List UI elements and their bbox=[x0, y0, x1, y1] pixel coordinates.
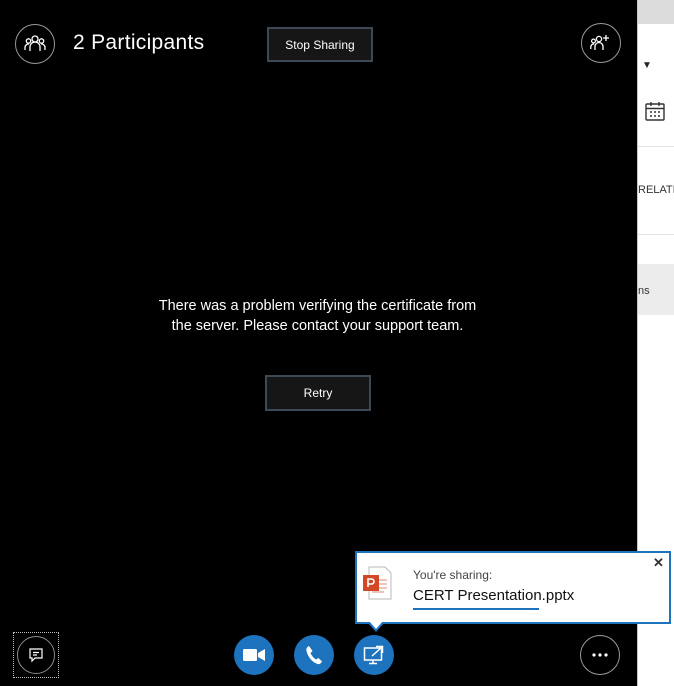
dropdown-caret-icon[interactable]: ▼ bbox=[642, 60, 652, 71]
share-screen-icon bbox=[363, 645, 384, 665]
participants-button[interactable] bbox=[15, 24, 55, 64]
background-window-header-strip bbox=[638, 0, 674, 24]
share-screen-button[interactable] bbox=[354, 635, 394, 675]
more-options-icon bbox=[592, 653, 608, 657]
sharing-notification: You're sharing: CERT Presentation.pptx ✕ bbox=[355, 551, 671, 624]
divider bbox=[638, 146, 674, 147]
chat-button-ring bbox=[17, 636, 55, 674]
retry-button[interactable]: Retry bbox=[265, 375, 371, 411]
video-icon bbox=[243, 649, 265, 661]
calendar-icon[interactable] bbox=[644, 100, 666, 122]
add-participants-button[interactable] bbox=[581, 23, 621, 63]
shared-file-name[interactable]: CERT Presentation.pptx bbox=[413, 587, 574, 604]
call-button[interactable] bbox=[294, 635, 334, 675]
chat-button[interactable] bbox=[13, 632, 59, 678]
background-window-text-2: ns bbox=[638, 285, 650, 297]
video-button[interactable] bbox=[234, 635, 274, 675]
notification-pointer-fill bbox=[369, 621, 383, 629]
stop-sharing-button[interactable]: Stop Sharing bbox=[267, 27, 373, 62]
participants-count-title: 2 Participants bbox=[73, 31, 205, 54]
add-people-icon bbox=[590, 35, 609, 50]
people-group-icon bbox=[24, 35, 46, 51]
divider bbox=[638, 234, 674, 235]
phone-icon bbox=[306, 646, 322, 665]
close-icon[interactable]: ✕ bbox=[653, 555, 664, 571]
more-options-button[interactable] bbox=[580, 635, 620, 675]
sharing-label: You're sharing: bbox=[413, 568, 493, 582]
file-name-underline bbox=[413, 608, 539, 610]
certificate-error-message: There was a problem verifying the certif… bbox=[158, 298, 477, 334]
chat-icon bbox=[29, 648, 43, 663]
powerpoint-file-icon bbox=[363, 566, 392, 600]
background-window-text-1: RELATIO bbox=[638, 184, 674, 196]
